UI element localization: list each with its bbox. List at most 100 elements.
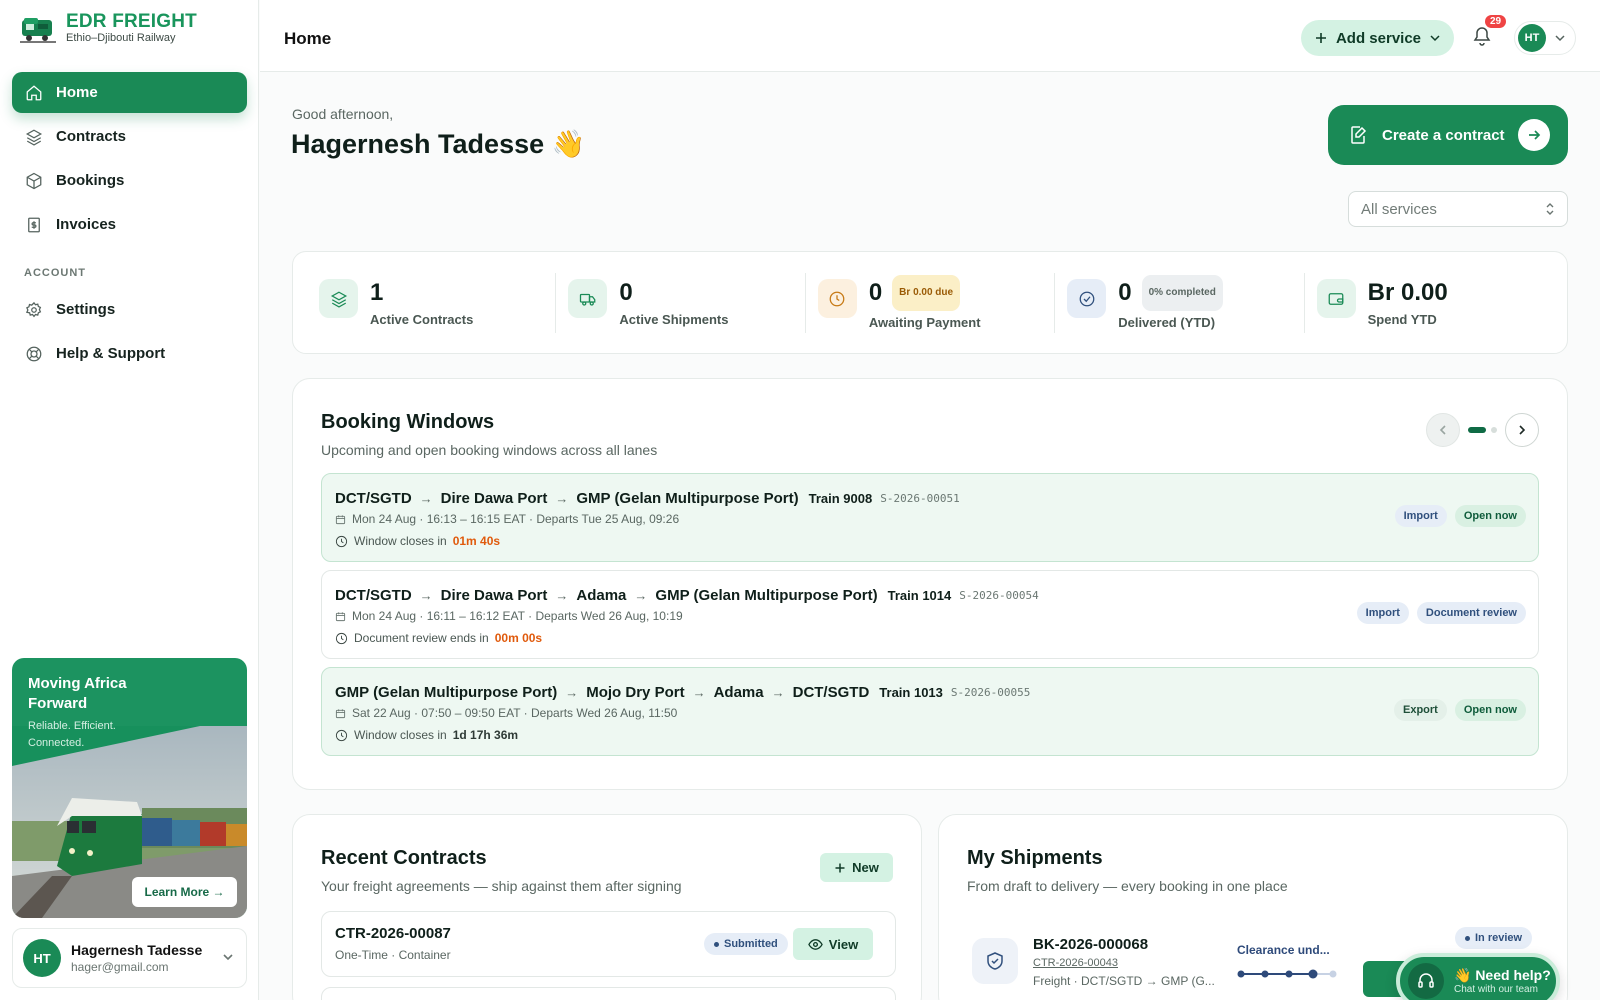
window-countdown: Window closes in 1d 17h 36m (335, 728, 518, 742)
contract-type: One-Time · Container (335, 948, 451, 962)
shield-check-icon (972, 938, 1018, 984)
help-title: 👋 Need help? (1454, 967, 1551, 983)
view-label: View (828, 936, 859, 952)
sidebar-nav: Home Contracts Bookings Invoices ACCOUNT… (12, 72, 247, 377)
new-contract-label: New (852, 860, 879, 875)
amount-due-badge: Br 0.00 due (892, 275, 961, 311)
promo-title: Moving Africa Forward (28, 675, 127, 712)
status-badge: Document review (1416, 602, 1526, 624)
arrow-right-icon: → (555, 491, 569, 506)
schedule-code: S-2026-00051 (880, 492, 960, 505)
chevron-down-icon (1430, 35, 1440, 42)
stat-active-shipments[interactable]: 0 Active Shipments (556, 272, 806, 333)
stat-awaiting-payment[interactable]: 0 Br 0.00 due Awaiting Payment (806, 272, 1056, 333)
create-contract-label: Create a contract (1382, 126, 1505, 144)
booking-windows-subtitle: Upcoming and open booking windows across… (321, 442, 658, 458)
train-number: Train 9008 (808, 491, 873, 506)
sidebar: EDR FREIGHT Ethio–Djibouti Railway Home … (0, 0, 259, 1000)
carousel-dot[interactable] (1491, 427, 1497, 433)
services-filter-select[interactable]: All services (1348, 191, 1568, 227)
status-badge: In review (1455, 927, 1533, 949)
new-contract-button[interactable]: New (820, 853, 893, 882)
help-subtitle: Chat with our team (1454, 984, 1538, 995)
route: DCT/SGTD → Dire Dawa Port → Adama → GMP … (335, 587, 1039, 604)
sidebar-item-label: Bookings (56, 172, 125, 189)
route-stop: GMP (Gelan Multipurpose Port) (655, 587, 878, 604)
lifebuoy-icon (26, 346, 42, 361)
countdown-value: 00m 00s (494, 631, 543, 645)
avatar: HT (23, 939, 61, 977)
stat-label: Active Shipments (619, 312, 729, 327)
add-service-label: Add service (1335, 29, 1422, 47)
booking-window[interactable]: DCT/SGTD → Dire Dawa Port → Adama → GMP … (321, 570, 1539, 659)
add-service-button[interactable]: Add service (1301, 20, 1454, 56)
bell-icon[interactable] (1473, 26, 1491, 46)
eye-icon (808, 938, 823, 950)
contract-row[interactable] (321, 987, 896, 1000)
edit-document-icon (1351, 126, 1367, 144)
brand-logo[interactable]: EDR FREIGHT Ethio–Djibouti Railway (20, 12, 197, 45)
box-icon (26, 172, 42, 189)
stat-value: 0 (1118, 279, 1132, 306)
schedule-text: Sat 22 Aug · 07:50 – 09:50 EAT · Departs… (352, 706, 678, 720)
avatar: HT (1518, 24, 1546, 52)
contract-row[interactable]: CTR-2026-00087 One-Time · Container Subm… (321, 911, 896, 977)
chevron-down-icon (1555, 35, 1565, 42)
route-stop: Mojo Dry Port (586, 684, 685, 701)
stat-label: Delivered (YTD) (1118, 315, 1216, 330)
create-contract-button[interactable]: Create a contract (1328, 105, 1568, 165)
sidebar-item-invoices[interactable]: Invoices (12, 204, 247, 245)
stat-spend-ytd[interactable]: Br 0.00 Spend YTD (1305, 273, 1553, 333)
plus-icon (835, 863, 845, 872)
route-stop: GMP (Gelan Multipurpose Port) (576, 490, 799, 507)
stat-label: Awaiting Payment (868, 315, 981, 330)
home-icon (26, 84, 42, 100)
sidebar-item-settings[interactable]: Settings (12, 289, 247, 330)
help-chat-button[interactable]: 👋 Need help? Chat with our team (1396, 953, 1560, 1000)
recent-contracts-title: Recent Contracts (321, 847, 487, 869)
plus-icon (1315, 33, 1326, 43)
route: GMP (Gelan Multipurpose Port) → Mojo Dry… (335, 684, 1030, 701)
window-countdown: Document review ends in 00m 00s (335, 631, 542, 645)
carousel-dot-active[interactable] (1468, 427, 1486, 433)
schedule-meta: Sat 22 Aug · 07:50 – 09:50 EAT · Departs… (335, 706, 677, 720)
status-badge: Submitted (704, 933, 788, 955)
view-contract-button[interactable]: View (793, 928, 873, 960)
headset-icon (1408, 963, 1444, 999)
shipment-contract-link[interactable]: CTR-2026-00043 (1033, 957, 1118, 969)
gear-icon (25, 301, 42, 317)
route-stop: GMP (Gelan Multipurpose Port) (335, 684, 558, 701)
stage-progress (1237, 969, 1337, 979)
chevron-left-icon (1439, 425, 1446, 435)
carousel-controls (1426, 413, 1539, 447)
sidebar-item-contracts[interactable]: Contracts (12, 116, 247, 157)
sidebar-item-home[interactable]: Home (12, 72, 247, 113)
recent-contracts-subtitle: Your freight agreements — ship against t… (321, 878, 682, 894)
stat-active-contracts[interactable]: 1 Active Contracts (307, 272, 557, 333)
user-email: hager@gmail.com (71, 960, 169, 974)
updown-chevron-icon (1546, 203, 1554, 215)
check-circle-icon (1067, 279, 1107, 318)
booking-window[interactable]: GMP (Gelan Multipurpose Port) → Mojo Dry… (321, 667, 1539, 756)
sidebar-item-label: Invoices (56, 216, 117, 233)
stat-label: Spend YTD (1367, 312, 1437, 327)
carousel-next-button[interactable] (1505, 413, 1539, 447)
page-title: Home (284, 29, 332, 48)
schedule-text: Mon 24 Aug · 16:11 – 16:12 EAT · Departs… (352, 609, 683, 623)
schedule-code: S-2026-00054 (959, 589, 1039, 602)
shipment-id[interactable]: BK-2026-000068 (1033, 936, 1148, 953)
booking-window[interactable]: DCT/SGTD → Dire Dawa Port → GMP (Gelan M… (321, 473, 1539, 562)
learn-more-button[interactable]: Learn More → (132, 877, 237, 907)
stat-delivered-ytd[interactable]: 0 0% completed Delivered (YTD) (1055, 272, 1305, 333)
user-profile-card[interactable]: HT Hagernesh Tadesse hager@gmail.com (12, 928, 247, 988)
route-stop: DCT/SGTD (792, 684, 870, 701)
arrow-right-icon: → (565, 685, 579, 700)
user-menu[interactable]: HT (1514, 21, 1576, 55)
sidebar-item-label: Home (56, 84, 98, 101)
carousel-prev-button[interactable] (1426, 413, 1460, 447)
train-number: Train 1014 (887, 588, 952, 603)
sidebar-item-bookings[interactable]: Bookings (12, 160, 247, 201)
brand-name: EDR FREIGHT (66, 11, 197, 32)
schedule-text: Mon 24 Aug · 16:13 – 16:15 EAT · Departs… (352, 512, 680, 526)
sidebar-item-help[interactable]: Help & Support (12, 333, 247, 374)
